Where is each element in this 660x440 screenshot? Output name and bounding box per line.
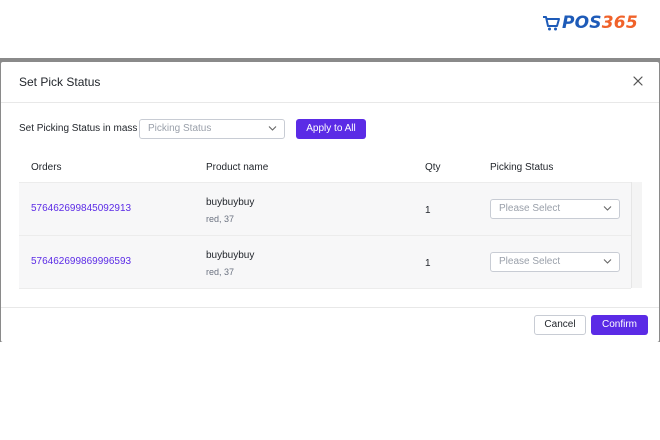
- column-header-orders: Orders: [31, 162, 62, 173]
- logo-365-text: 365: [601, 12, 638, 33]
- picking-status-select[interactable]: Please Select: [490, 252, 620, 272]
- table-row: 576462699869996593 buybuybuy red, 37 1 P…: [19, 236, 631, 289]
- chevron-down-icon: [603, 259, 612, 264]
- product-name: buybuybuy: [206, 250, 255, 261]
- table-body: 576462699845092913 buybuybuy red, 37 1 P…: [19, 182, 631, 289]
- shopping-cart-icon: [543, 16, 560, 31]
- table-row: 576462699845092913 buybuybuy red, 37 1 P…: [19, 183, 631, 236]
- order-link[interactable]: 576462699869996593: [31, 256, 131, 267]
- table-header: Orders Product name Qty Picking Status: [19, 154, 643, 182]
- product-name: buybuybuy: [206, 197, 255, 208]
- modal-header: Set Pick Status: [1, 62, 659, 103]
- column-header-qty: Qty: [425, 162, 441, 173]
- chevron-down-icon: [268, 126, 277, 131]
- mass-update-row: Set Picking Status in mass : Picking Sta…: [19, 119, 639, 141]
- product-variant: red, 37: [206, 214, 235, 224]
- picking-status-placeholder: Please Select: [499, 203, 561, 214]
- quantity: 1: [425, 205, 431, 216]
- apply-to-all-button[interactable]: Apply to All: [296, 119, 366, 139]
- logo-pos-text: POS: [562, 12, 602, 33]
- set-pick-status-dialog: Set Pick Status Set Picking Status in ma…: [1, 62, 659, 342]
- product-variant: red, 37: [206, 267, 235, 277]
- table-scrollbar[interactable]: [631, 182, 642, 288]
- quantity: 1: [425, 258, 431, 269]
- column-header-picking-status: Picking Status: [490, 162, 554, 173]
- logo-wordmark: POS365: [562, 12, 638, 33]
- order-link[interactable]: 576462699845092913: [31, 203, 131, 214]
- close-icon[interactable]: [631, 74, 645, 88]
- cancel-button[interactable]: Cancel: [534, 315, 586, 335]
- chevron-down-icon: [603, 206, 612, 211]
- confirm-button[interactable]: Confirm: [591, 315, 648, 335]
- picking-status-mass-select[interactable]: Picking Status: [139, 119, 285, 139]
- column-header-product-name: Product name: [206, 162, 269, 173]
- modal-footer: Cancel Confirm: [1, 307, 659, 343]
- mass-select-placeholder: Picking Status: [148, 123, 212, 134]
- brand-logo: POS365: [542, 10, 638, 36]
- picking-status-placeholder: Please Select: [499, 256, 561, 267]
- mass-update-label: Set Picking Status in mass :: [19, 123, 143, 134]
- orders-table: Orders Product name Qty Picking Status 5…: [19, 154, 643, 289]
- picking-status-select[interactable]: Please Select: [490, 199, 620, 219]
- modal-title: Set Pick Status: [19, 75, 101, 89]
